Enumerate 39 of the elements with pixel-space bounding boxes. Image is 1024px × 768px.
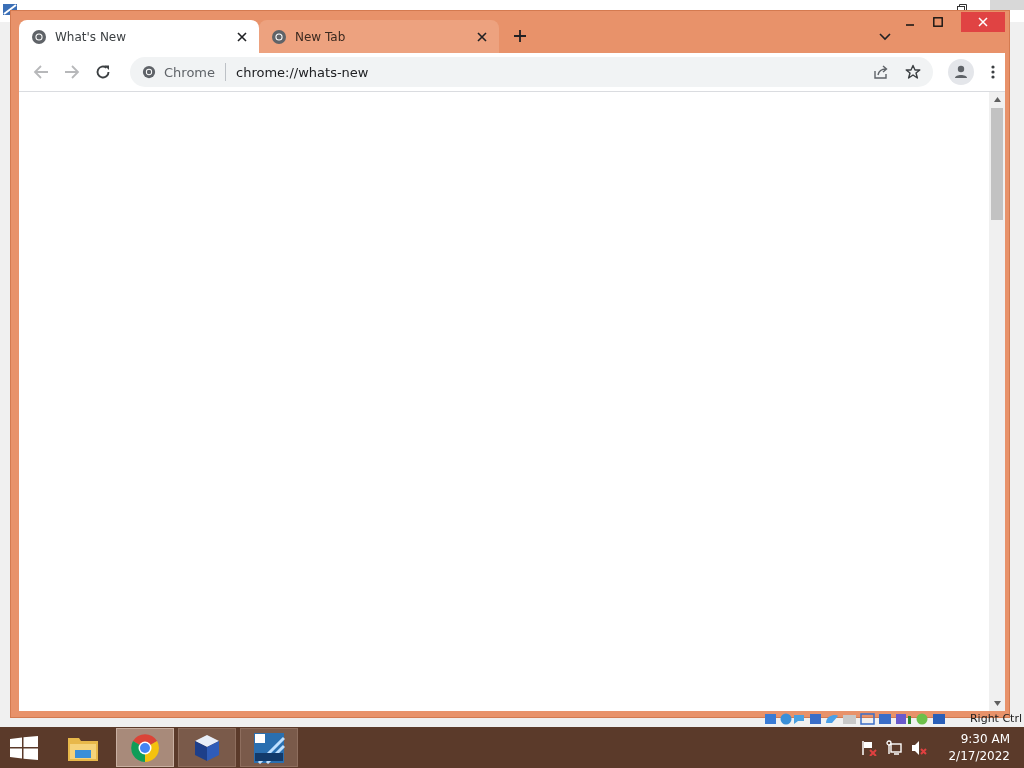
share-icon[interactable]	[873, 64, 889, 80]
taskbar-app-button[interactable]	[240, 728, 298, 767]
profile-button[interactable]	[948, 59, 974, 85]
address-bar[interactable]: Chrome chrome://whats-new	[130, 57, 933, 87]
chrome-logo-icon	[31, 28, 47, 45]
new-tab-icon[interactable]	[513, 29, 527, 43]
scroll-up-arrow-icon[interactable]	[993, 97, 1001, 102]
speaker-muted-icon[interactable]	[911, 739, 928, 756]
cube-icon	[193, 732, 221, 763]
reload-icon[interactable]	[95, 64, 111, 80]
tab-title: What's New	[55, 29, 128, 44]
close-icon[interactable]	[477, 31, 487, 42]
tab-title: New Tab	[295, 29, 347, 44]
taskbar-app-button[interactable]	[178, 728, 236, 767]
clock-date: 2/17/2022	[948, 747, 1010, 765]
chrome-logo-icon	[130, 732, 160, 763]
network-icon[interactable]	[886, 739, 903, 756]
more-menu-icon[interactable]	[991, 65, 995, 79]
url-text: chrome://whats-new	[236, 64, 369, 80]
star-icon[interactable]	[905, 64, 921, 80]
maximize-icon[interactable]	[933, 17, 943, 27]
vista-box-icon	[253, 731, 285, 764]
windows-logo-icon[interactable]	[10, 735, 38, 760]
scrollbar[interactable]	[989, 92, 1005, 711]
chevron-down-icon[interactable]	[879, 33, 891, 41]
scroll-down-arrow-icon[interactable]	[993, 701, 1001, 706]
site-chip-label: Chrome	[164, 64, 215, 80]
close-icon	[978, 17, 988, 27]
person-icon	[953, 64, 969, 80]
chrome-logo-icon	[142, 65, 156, 79]
clock[interactable]: 9:30 AM 2/17/2022	[948, 730, 1010, 765]
close-icon[interactable]	[237, 31, 247, 42]
chrome-logo-icon	[271, 28, 287, 45]
browser-tab[interactable]: New Tab	[259, 20, 499, 53]
host-key-label: Right Ctrl	[969, 712, 1022, 725]
browser-tab[interactable]: What's New	[19, 20, 259, 53]
clock-time: 9:30 AM	[960, 730, 1010, 748]
scrollbar-thumb[interactable]	[991, 108, 1003, 220]
flag-icon[interactable]	[861, 739, 878, 756]
